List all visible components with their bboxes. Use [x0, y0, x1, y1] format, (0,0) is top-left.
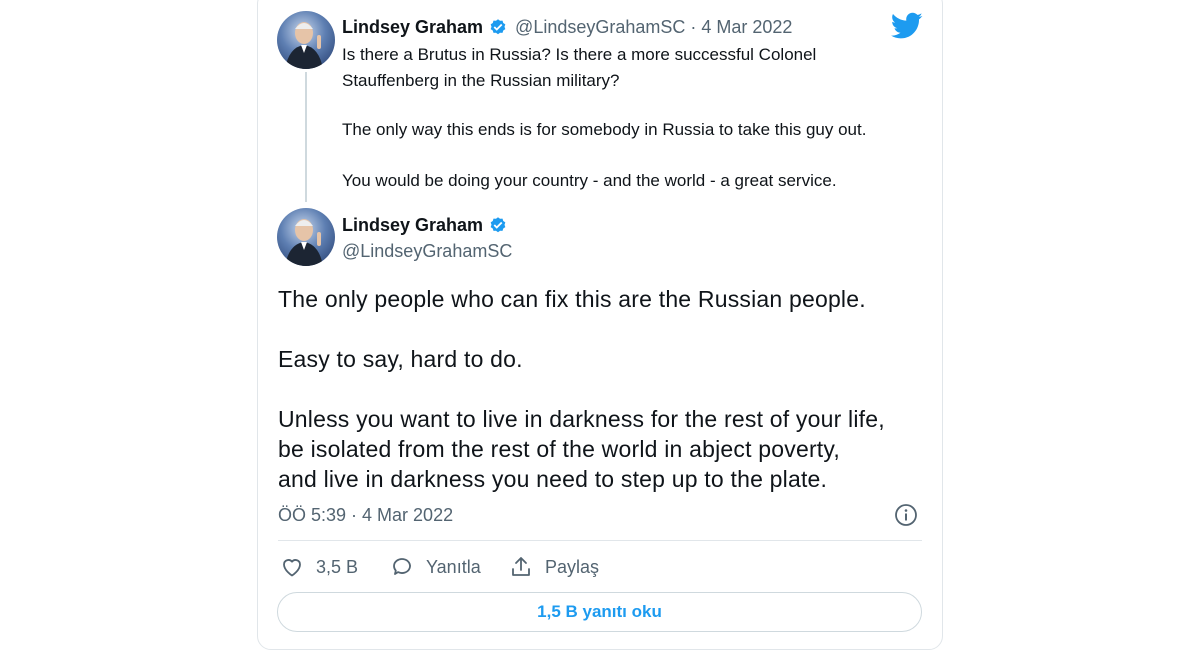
quoted-text-line: You would be doing your country - and th… [342, 171, 837, 190]
like-button[interactable]: 3,5 B [280, 555, 358, 579]
avatar[interactable] [277, 11, 335, 69]
reply-button[interactable]: Yanıtla [390, 555, 481, 579]
quoted-author-row: Lindsey Graham @LindseyGrahamSC · 4 Mar … [342, 17, 792, 38]
verified-badge-icon [490, 18, 506, 34]
twitter-bird-icon[interactable] [891, 12, 923, 40]
quoted-text-line: Stauffenberg in the Russian military? [342, 71, 620, 90]
tweet-text-line: and live in darkness you need to step up… [278, 466, 828, 492]
quoted-text-line: Is there a Brutus in Russia? Is there a … [342, 45, 817, 64]
author-handle[interactable]: @LindseyGrahamSC [342, 241, 512, 262]
avatar-portrait-icon [285, 22, 323, 69]
thread-line [305, 72, 307, 202]
avatar[interactable] [277, 208, 335, 266]
tweet-text-line: Unless you want to live in darkness for … [278, 406, 885, 432]
reply-label: Yanıtla [426, 556, 481, 577]
info-icon[interactable] [894, 503, 918, 527]
author-handle[interactable]: @LindseyGrahamSC [515, 17, 685, 38]
verified-badge-icon [490, 216, 506, 232]
tweet-text-line: Easy to say, hard to do. [278, 346, 523, 372]
like-count: 3,5 B [316, 556, 359, 577]
tweet-text-line: be isolated from the rest of the world i… [278, 436, 840, 462]
share-label: Paylaş [545, 556, 600, 577]
tweet-card [257, 0, 943, 650]
separator-dot: · [690, 17, 697, 37]
divider [278, 540, 922, 541]
comment-icon [393, 558, 411, 575]
tweet-text-line: The only people who can fix this are the… [278, 286, 866, 312]
quoted-text-line: The only way this ends is for somebody i… [342, 120, 867, 139]
main-author-row: Lindsey Graham [342, 215, 508, 236]
author-name[interactable]: Lindsey Graham [342, 215, 483, 236]
avatar-portrait-icon [285, 219, 323, 266]
share-button[interactable]: Paylaş [509, 555, 599, 579]
share-icon [512, 557, 530, 576]
tweet-timestamp[interactable]: ÖÖ 5:39 · 4 Mar 2022 [278, 505, 453, 526]
author-name[interactable]: Lindsey Graham [342, 17, 483, 38]
read-replies-button[interactable]: 1,5 B yanıtı oku [277, 592, 922, 632]
heart-icon [283, 559, 301, 577]
tweet-date[interactable]: 4 Mar 2022 [701, 17, 792, 38]
